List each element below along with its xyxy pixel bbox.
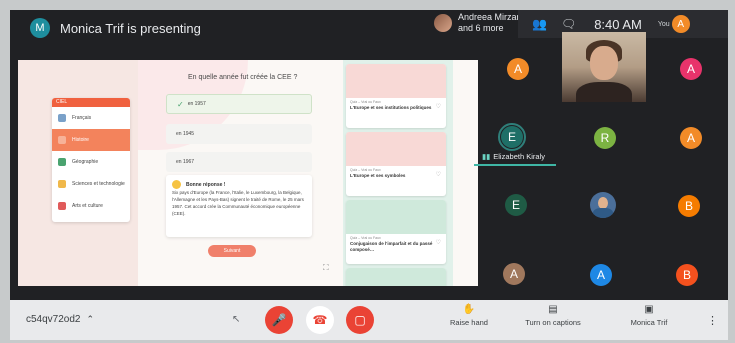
participant-avatar[interactable]: R <box>594 127 616 149</box>
fullscreen-icon[interactable]: ⛶ <box>323 263 329 273</box>
menu-item[interactable]: Sciences et technologie <box>52 173 130 195</box>
participant-avatar[interactable]: A <box>503 263 525 285</box>
subject-icon <box>58 136 66 144</box>
menu-item[interactable]: Arts et culture <box>52 195 130 217</box>
chat-icon[interactable]: 🗨 <box>561 17 576 31</box>
subject-icon <box>58 180 66 188</box>
hangup-button[interactable]: ☎ <box>306 306 334 334</box>
hangup-icon: ☎ <box>312 313 328 327</box>
heart-icon[interactable]: ♡ <box>436 171 441 178</box>
next-button[interactable]: Suivant <box>208 245 256 257</box>
heart-icon[interactable]: ♡ <box>436 239 441 246</box>
quiz-question: En quelle année fut créée la CEE ? <box>188 74 298 81</box>
card-image <box>346 132 446 166</box>
heart-icon[interactable]: ♡ <box>436 103 441 110</box>
captions-button[interactable]: ▤ Turn on captions <box>520 304 586 327</box>
presentation-area: En quelle année fut créée la CEE ? CIEL … <box>18 60 478 286</box>
meet-window: M Monica Trif is presenting Andreea Mirz… <box>10 10 728 340</box>
answer-feedback: Bonne réponse ! Six pays d'Europe (la Fr… <box>166 175 312 237</box>
card-image <box>346 268 446 286</box>
mic-toggle-button[interactable]: 🎤 <box>265 306 293 334</box>
captions-icon: ▤ <box>548 304 558 315</box>
participant-avatar[interactable]: A <box>680 127 702 149</box>
card-image <box>346 64 446 98</box>
answer-option[interactable]: en 1967 <box>166 152 312 172</box>
meeting-code[interactable]: c54qv72od2 ⌃ <box>26 314 94 325</box>
answer-option[interactable]: en 1945 <box>166 124 312 144</box>
present-icon: ▣ <box>644 304 654 315</box>
speaker-name: Elizabeth Kiraly <box>493 152 545 161</box>
chevron-up-icon: ⌃ <box>86 314 95 324</box>
raise-hand-button[interactable]: ✋ Raise hand <box>446 304 492 327</box>
participant-avatar[interactable]: E <box>505 194 527 216</box>
cursor-icon: ↖ <box>232 314 241 325</box>
presenting-label: Monica Trif is presenting <box>60 20 201 36</box>
answer-option[interactable]: ✓ en 1957 <box>166 94 312 114</box>
participant-avatar: E <box>501 126 523 148</box>
participant-avatar[interactable]: B <box>676 264 698 286</box>
quiz-card[interactable] <box>346 268 446 286</box>
quiz-card[interactable]: Quiz – Vrai ou Faux L'Europe et ses symb… <box>346 132 446 196</box>
participant-photo[interactable] <box>590 192 616 218</box>
bottom-bar: c54qv72od2 ⌃ ↖ 🎤 ☎ ▢ ✋ Raise hand ▤ Turn … <box>10 300 728 340</box>
subject-icon <box>58 114 66 122</box>
quiz-card[interactable]: Quiz – Vrai ou Faux L'Europe et ses inst… <box>346 64 446 128</box>
audio-level-icon: ▮▮ <box>482 152 491 161</box>
participant-photo <box>434 14 452 32</box>
hand-icon: ✋ <box>462 304 476 315</box>
clock: 8:40 AM <box>594 16 642 32</box>
quiz-card[interactable]: Quiz – Vrai ou Faux Conjugaison de l'imp… <box>346 200 446 264</box>
participant-avatar[interactable]: B <box>678 195 700 217</box>
answer-text: Six pays d'Europe (la France, l'Italie, … <box>172 190 304 216</box>
participant-name: Andreea Mirzan <box>458 12 522 22</box>
participant-video[interactable] <box>562 32 646 102</box>
subject-icon <box>58 202 66 210</box>
more-options-icon[interactable]: ⋮ <box>707 314 718 327</box>
participant-avatar[interactable]: A <box>507 58 529 80</box>
subject-icon <box>58 158 66 166</box>
smiley-icon <box>172 180 181 189</box>
active-speaker-tile[interactable]: E ▮▮ Elizabeth Kiraly <box>474 123 556 167</box>
participants-summary[interactable]: Andreea Mirzan and 6 more <box>434 12 522 34</box>
card-image <box>346 200 446 234</box>
menu-item[interactable]: Français <box>52 107 130 129</box>
menu-item[interactable]: Géographie <box>52 151 130 173</box>
participant-more: and 6 more <box>458 23 504 33</box>
monitor-frame: M Monica Trif is presenting Andreea Mirz… <box>0 0 735 343</box>
presenter-button[interactable]: ▣ Monica Trif <box>624 304 674 327</box>
check-icon: ✓ <box>177 99 184 109</box>
camera-off-icon: ▢ <box>354 313 366 327</box>
subject-menu: CIEL Français Histoire Géographie Scienc… <box>52 98 130 222</box>
menu-item[interactable]: Histoire <box>52 129 130 151</box>
menu-header: CIEL <box>52 98 130 107</box>
presenter-avatar: M <box>30 18 50 38</box>
mic-off-icon: 🎤 <box>271 313 287 327</box>
self-avatar[interactable]: A <box>671 15 690 33</box>
you-label: You <box>657 20 670 28</box>
participant-avatar[interactable]: A <box>590 264 612 286</box>
camera-toggle-button[interactable]: ▢ <box>346 306 374 334</box>
people-icon[interactable]: 👥 <box>532 17 547 31</box>
participant-avatar[interactable]: A <box>680 58 702 80</box>
